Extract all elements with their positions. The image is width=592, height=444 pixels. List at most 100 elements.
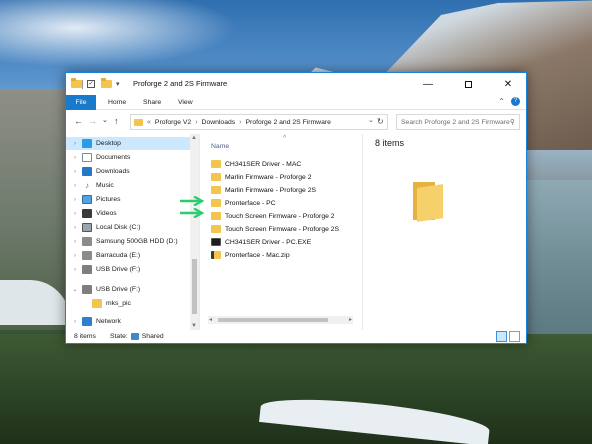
chevron-right-icon[interactable]: › [195, 119, 197, 126]
tab-share[interactable]: Share [134, 95, 170, 110]
tab-home[interactable]: Home [99, 95, 135, 110]
sidebar-item-barracuda[interactable]: › Barracuda (E:) [66, 249, 190, 262]
file-name: Touch Screen Firmware - Proforge 2S [225, 225, 340, 233]
recent-locations-button[interactable]: ⌄ [102, 116, 108, 124]
file-list: ^ Name CH341SER Driver - MAC Marlin Firm… [208, 134, 358, 330]
chevron-right-icon[interactable]: › [239, 119, 241, 126]
large-icons-view-button[interactable] [509, 331, 520, 342]
breadcrumb-overflow[interactable]: « [147, 119, 151, 126]
window-title: Proforge 2 and 2S Firmware [133, 79, 228, 88]
state-value: Shared [141, 333, 164, 340]
folder-icon[interactable] [71, 78, 82, 89]
sidebar-item-videos[interactable]: › Videos [66, 207, 190, 220]
list-item[interactable]: Touch Screen Firmware - Proforge 2 [211, 210, 335, 222]
search-placeholder: Search Proforge 2 and 2S Firmware [401, 118, 510, 126]
sidebar-item-label: USB Drive (F:) [96, 286, 141, 293]
expand-ribbon-icon[interactable]: ⌃ [498, 97, 505, 106]
sidebar-item-label: USB Drive (F:) [96, 266, 141, 273]
sidebar-item-label: Samsung 500GB HDD (D:) [96, 238, 178, 245]
preview-pane: 8 items [362, 134, 526, 330]
chevron-right-icon[interactable]: › [70, 183, 80, 189]
back-button[interactable]: ← [74, 116, 83, 126]
new-folder-icon[interactable] [101, 78, 112, 89]
chevron-right-icon[interactable]: › [70, 267, 80, 273]
sidebar-item-desktop[interactable]: › Desktop [66, 137, 190, 150]
sidebar-item-music[interactable]: › ♪ Music [66, 179, 190, 192]
list-item[interactable]: CH341SER Driver - MAC [211, 158, 301, 170]
breadcrumb-downloads[interactable]: Downloads [202, 119, 236, 126]
properties-check-icon[interactable]: ✓ [87, 79, 95, 89]
scroll-left-icon[interactable]: ◂ [209, 316, 212, 323]
sidebar-item-mks-pic[interactable]: mks_pic [66, 297, 190, 310]
list-item[interactable]: Pronterface - PC [211, 197, 276, 209]
zip-folder-icon [211, 251, 221, 259]
breadcrumb-proforge-v2[interactable]: Proforge V2 [155, 119, 191, 126]
chevron-down-icon[interactable]: ⌄ [70, 286, 80, 293]
title-bar: ✓ ▾ Proforge 2 and 2S Firmware — ✕ [66, 73, 526, 95]
list-item[interactable]: Marlin Firmware - Proforge 2 [211, 171, 312, 183]
chevron-right-icon[interactable]: › [70, 211, 80, 217]
state-label: State: [110, 333, 128, 340]
chevron-right-icon[interactable]: › [70, 319, 80, 325]
folder-icon [211, 160, 221, 168]
breadcrumb-current-folder[interactable]: Proforge 2 and 2S Firmware [246, 119, 331, 126]
scroll-up-icon[interactable]: ▲ [191, 135, 197, 141]
grass-foreground [0, 334, 592, 444]
sidebar-item-network[interactable]: › Network [66, 315, 190, 328]
close-button[interactable]: ✕ [490, 73, 526, 95]
sidebar-item-label: Music [96, 182, 114, 189]
quick-access-dropdown[interactable]: ▾ [116, 79, 120, 89]
tab-view[interactable]: View [169, 95, 202, 110]
scrollbar-thumb[interactable] [192, 259, 197, 314]
sort-ascending-icon[interactable]: ^ [283, 135, 286, 142]
details-view-button[interactable] [496, 331, 507, 342]
chevron-right-icon[interactable]: › [70, 225, 80, 231]
ribbon: File Home Share View ⌃ ? [66, 95, 526, 110]
sidebar-item-local-disk[interactable]: › Local Disk (C:) [66, 221, 190, 234]
sidebar-item-label: Documents [96, 154, 131, 161]
sidebar-item-samsung-hdd[interactable]: › Samsung 500GB HDD (D:) [66, 235, 190, 248]
nav-pane-scrollbar[interactable]: ▲ ▼ [190, 134, 199, 330]
list-item[interactable]: Touch Screen Firmware - Proforge 2S [211, 223, 339, 235]
scrollbar-thumb[interactable] [218, 318, 328, 322]
chevron-right-icon[interactable]: › [70, 253, 80, 259]
list-item[interactable]: Pronterface - Mac.zip [211, 249, 290, 261]
help-icon[interactable]: ? [511, 97, 520, 106]
file-name: Pronterface - Mac.zip [225, 251, 290, 259]
folder-icon [211, 199, 221, 207]
address-bar[interactable]: « Proforge V2 › Downloads › Proforge 2 a… [130, 114, 388, 130]
minimize-button[interactable]: — [410, 73, 446, 95]
up-button[interactable]: ↑ [114, 116, 119, 126]
large-folder-icon [413, 182, 443, 222]
forward-button[interactable]: → [88, 116, 97, 126]
preview-item-count: 8 items [375, 138, 405, 148]
folder-icon [92, 299, 102, 308]
sidebar-item-downloads[interactable]: › Downloads [66, 165, 190, 178]
chevron-right-icon[interactable]: › [70, 239, 80, 245]
chevron-right-icon[interactable]: › [70, 155, 80, 161]
chevron-right-icon[interactable]: › [70, 169, 80, 175]
chevron-right-icon[interactable]: › [70, 197, 80, 203]
chevron-right-icon[interactable]: › [70, 141, 80, 147]
sidebar-item-usb-drive-expanded[interactable]: ⌄ USB Drive (F:) [66, 283, 190, 296]
refresh-icon[interactable]: ↻ [377, 117, 384, 126]
sidebar-item-label: Pictures [96, 196, 121, 203]
folder-icon [211, 173, 221, 181]
address-dropdown-icon[interactable]: ⌄ [368, 116, 374, 124]
sidebar-item-pictures[interactable]: › Pictures [66, 193, 190, 206]
horizontal-scrollbar[interactable]: ◂ ▸ [208, 316, 353, 324]
scroll-right-icon[interactable]: ▸ [349, 316, 352, 323]
videos-icon [82, 209, 92, 218]
search-input[interactable]: Search Proforge 2 and 2S Firmware ⚲ [396, 114, 520, 130]
sidebar-item-documents[interactable]: › Documents [66, 151, 190, 164]
tab-file[interactable]: File [66, 95, 96, 110]
list-item[interactable]: CH341SER Driver - PC.EXE [211, 236, 311, 248]
sidebar-item-usb-drive[interactable]: › USB Drive (F:) [66, 263, 190, 276]
green-arrow-icon [180, 208, 205, 218]
maximize-button[interactable] [450, 73, 486, 95]
column-header-name[interactable]: Name [211, 143, 229, 150]
sidebar-item-label: Desktop [96, 140, 121, 147]
scroll-down-icon[interactable]: ▼ [191, 323, 197, 329]
list-item[interactable]: Marlin Firmware - Proforge 2S [211, 184, 316, 196]
quick-access-divider [82, 80, 83, 89]
